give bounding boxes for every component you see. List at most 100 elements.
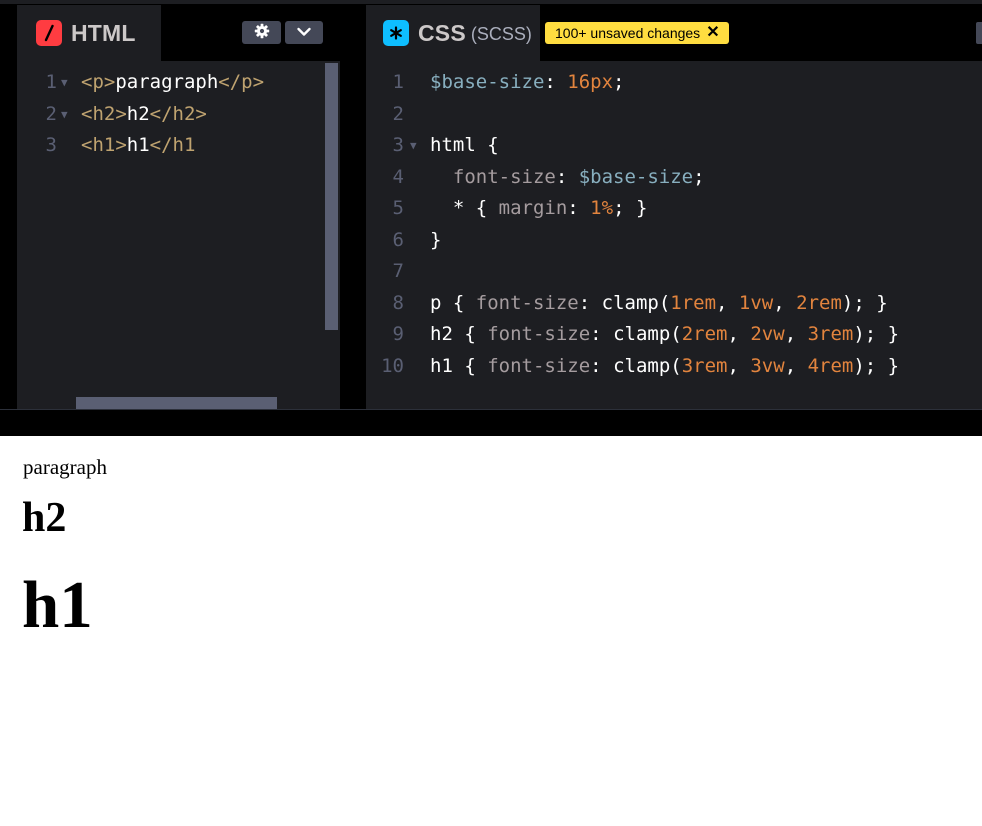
code-token: </h2> [149, 102, 207, 125]
css-asterisk-icon [383, 20, 409, 46]
code-token: { [475, 134, 499, 156]
html-code-editor[interactable]: 1 ▼ <p> paragraph </p> 2 ▼ <h2> h2 </h2> 3 <h1> h1 </… [17, 67, 265, 162]
code-line: 1 ▼ <p> paragraph </p> [17, 67, 265, 99]
top-border [0, 0, 982, 4]
code-token: 3rem [807, 323, 854, 345]
code-token: h2 [126, 102, 150, 125]
code-token: ; } [613, 197, 648, 219]
code-token: 1vw [738, 291, 774, 314]
line-number: 3 [45, 134, 57, 156]
fold-gutter [404, 288, 430, 320]
code-token: font-size [452, 165, 556, 188]
editor-area: HTML 1 ▼ <p> paragraph </p> 2 ▼ <h2> h2 … [0, 0, 982, 436]
code-line: 3 ▼ html { [366, 130, 899, 162]
code-token: 2rem [681, 323, 728, 345]
line-number: 2 [392, 102, 404, 125]
code-token: clamp( [601, 291, 671, 314]
code-token: , [773, 291, 797, 314]
fold-gutter [404, 225, 430, 257]
line-number: 8 [392, 291, 404, 314]
code-token: : [567, 197, 591, 219]
code-token: 1rem [670, 291, 717, 314]
code-token: 16px [567, 71, 614, 93]
line-number: 9 [392, 323, 404, 345]
code-token: , [784, 354, 808, 377]
code-token: , [727, 354, 751, 377]
html-tab-title: HTML [71, 19, 136, 46]
code-token: { [452, 354, 488, 377]
fold-arrow-icon[interactable]: ▼ [57, 99, 81, 131]
chevron-down-icon [296, 23, 312, 42]
code-token: font-size [487, 354, 591, 377]
fold-gutter [404, 256, 430, 288]
code-line: 6} [366, 225, 899, 257]
css-tab[interactable]: CSS (SCSS) [366, 5, 540, 61]
code-token: clamp( [613, 354, 682, 377]
code-line: 10 h1 { font-size: clamp(3rem, 3vw, 4rem)… [366, 351, 899, 383]
code-token: $base-size [578, 165, 694, 188]
code-token: h2 [430, 323, 453, 345]
line-number: 1 [392, 71, 404, 93]
html-slash-icon [36, 20, 62, 46]
line-number: 5 [392, 197, 404, 219]
fold-arrow-icon[interactable]: ▼ [57, 67, 81, 99]
fold-gutter [404, 99, 430, 131]
code-token: <h1> [81, 134, 127, 156]
fold-gutter [404, 193, 430, 225]
code-token: } [430, 228, 442, 251]
collapse-button[interactable] [285, 21, 323, 44]
preview-h1: h1 [22, 568, 93, 642]
code-token: p [430, 291, 442, 314]
css-editor-panel: CSS (SCSS) 100+ unsaved changes ✕ 1 $base… [366, 5, 982, 409]
css-settings-button-edge[interactable] [976, 22, 982, 44]
line-number: 1 [45, 71, 57, 93]
code-token: </h1 [149, 134, 196, 156]
code-token: margin [498, 197, 568, 219]
code-line: 4 font-size: $base-size; [366, 162, 899, 194]
code-token: 2vw [750, 323, 785, 345]
code-token: : [578, 291, 602, 314]
html-tab[interactable]: HTML [17, 5, 161, 61]
code-line: 7 [366, 256, 899, 288]
result-preview: paragraph h2 h1 [0, 436, 982, 826]
code-line: 3 <h1> h1 </h1 [17, 130, 264, 162]
code-token: { [441, 291, 476, 314]
unsaved-changes-label: 100+ unsaved changes [555, 25, 701, 41]
code-token: 1% [590, 197, 614, 219]
fold-arrow-icon[interactable]: ▼ [404, 130, 430, 162]
code-token: ); } [853, 323, 900, 345]
code-token: : [590, 323, 614, 345]
resize-divider[interactable] [0, 409, 982, 436]
code-token: : [590, 354, 614, 377]
code-token: , [784, 323, 808, 345]
vertical-scrollbar-thumb[interactable] [325, 63, 338, 330]
code-token: , [716, 291, 739, 314]
close-icon[interactable]: ✕ [706, 25, 719, 41]
html-editor-panel: HTML 1 ▼ <p> paragraph </p> 2 ▼ <h2> h2 … [17, 5, 340, 409]
fold-gutter [404, 67, 430, 99]
line-number: 10 [381, 354, 404, 377]
css-code-editor[interactable]: 1 $base-size: 16px; 2 3 ▼ html {4 font-size: … [366, 67, 899, 382]
fold-gutter [404, 319, 430, 351]
fold-gutter [404, 162, 430, 194]
code-token: ; [693, 165, 705, 188]
preview-paragraph: paragraph [23, 455, 107, 479]
code-token: font-size [475, 291, 579, 314]
code-token: font-size [487, 323, 591, 345]
line-number: 7 [392, 260, 404, 282]
code-token: : [544, 71, 568, 93]
css-tab-subtitle: (SCSS) [470, 24, 532, 44]
code-token: 3vw [750, 354, 785, 377]
code-token: paragraph [115, 71, 219, 93]
horizontal-scrollbar-thumb[interactable] [76, 397, 277, 409]
code-line: 2 [366, 99, 899, 131]
code-line: 2 ▼ <h2> h2 </h2> [17, 99, 264, 131]
code-token: h1 [126, 134, 150, 156]
code-line: 1 $base-size: 16px; [366, 67, 899, 99]
line-number: 2 [45, 102, 57, 125]
unsaved-changes-badge[interactable]: 100+ unsaved changes ✕ [545, 22, 729, 44]
settings-button[interactable] [242, 21, 281, 44]
code-token: ); } [853, 354, 900, 377]
code-token: clamp( [613, 323, 682, 345]
